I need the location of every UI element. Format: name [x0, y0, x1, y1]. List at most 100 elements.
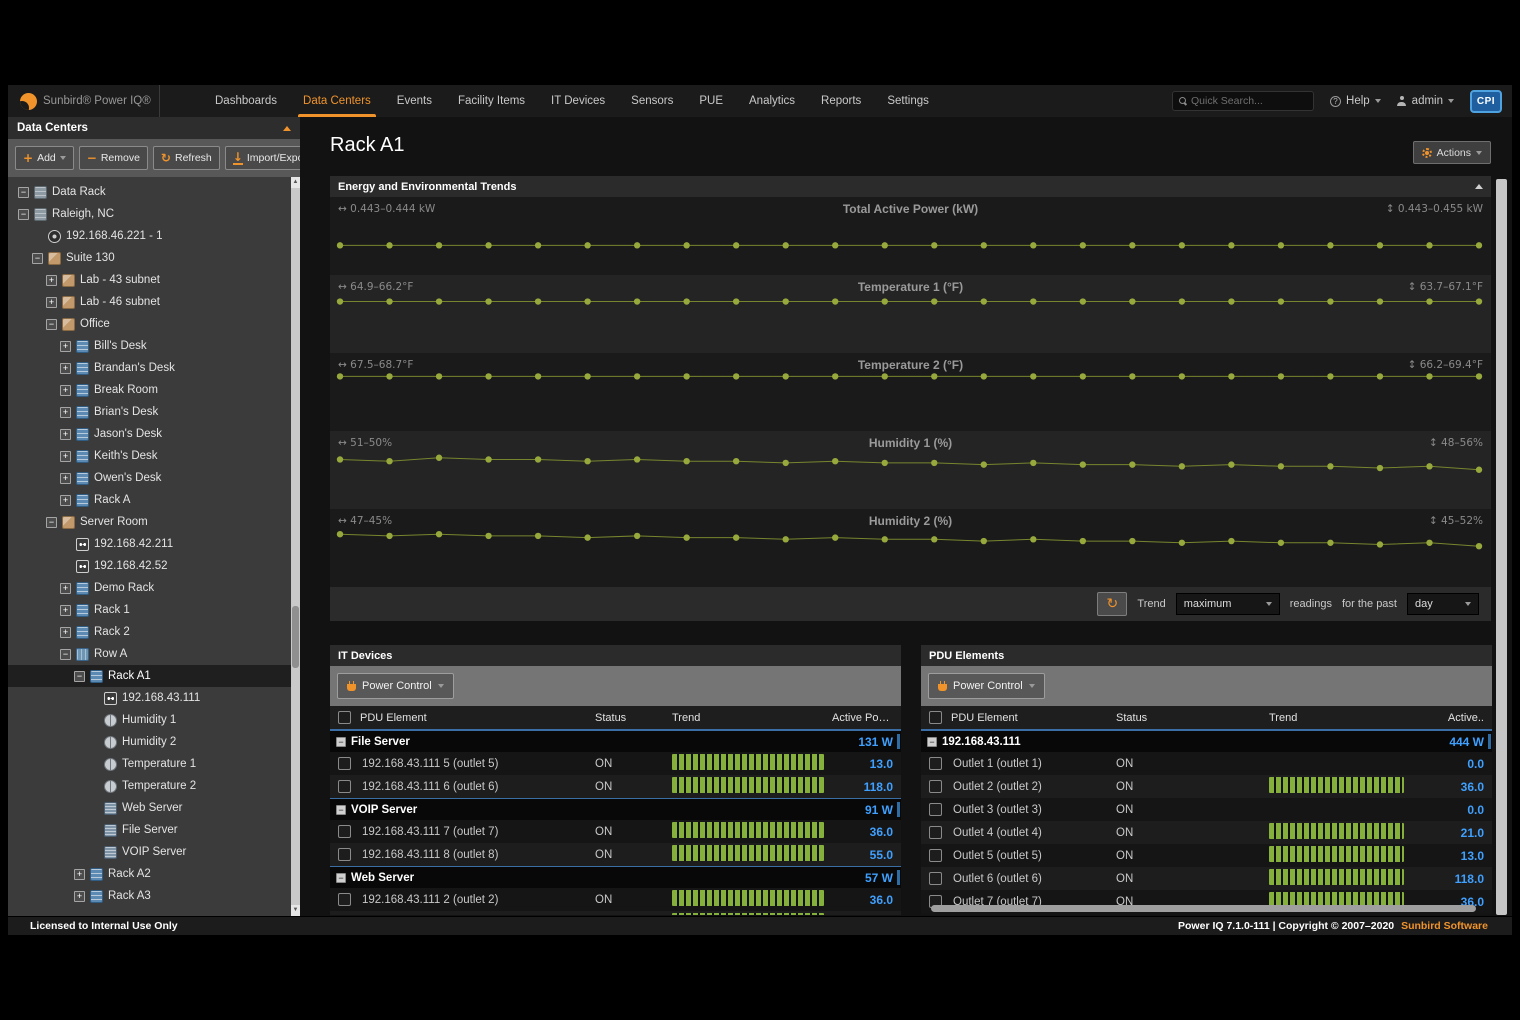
expand-expander-icon[interactable]: +	[60, 429, 71, 440]
table-row-outlet-1-outlet-1[interactable]: Outlet 1 (outlet 1)ON0.0	[921, 752, 1492, 775]
tree-item-owen-s-desk[interactable]: +Owen's Desk	[8, 467, 300, 489]
expand-expander-icon[interactable]: +	[74, 891, 85, 902]
table-row-outlet-5-outlet-5[interactable]: Outlet 5 (outlet 5)ON13.0	[921, 844, 1492, 867]
tree-item-rack-a1[interactable]: −Rack A1	[8, 665, 300, 687]
tree-item-file-server[interactable]: File Server	[8, 819, 300, 841]
column-header-active[interactable]: Active..	[1429, 712, 1492, 724]
expand-expander-icon[interactable]: +	[60, 407, 71, 418]
row-checkbox[interactable]	[338, 780, 351, 793]
collapse-expander-icon[interactable]: −	[336, 873, 346, 883]
tree-item-temperature-1[interactable]: Temperature 1	[8, 753, 300, 775]
row-checkbox[interactable]	[929, 872, 942, 885]
nav-item-analytics[interactable]: Analytics	[736, 85, 808, 117]
tree-item-rack-1[interactable]: +Rack 1	[8, 599, 300, 621]
table-row-outlet-6-outlet-6[interactable]: Outlet 6 (outlet 6)ON118.0	[921, 867, 1492, 890]
select-all-checkbox[interactable]	[929, 711, 942, 724]
trend-type-select[interactable]: maximum	[1176, 593, 1280, 615]
table-row-192-168-43-111-5-outlet-5[interactable]: 192.168.43.111 5 (outlet 5)ON13.0	[330, 752, 901, 775]
expand-expander-icon[interactable]: +	[60, 341, 71, 352]
expand-expander-icon[interactable]: +	[60, 385, 71, 396]
tree-item-humidity-2[interactable]: Humidity 2	[8, 731, 300, 753]
add-button[interactable]: +Add	[15, 146, 74, 170]
collapse-expander-icon[interactable]: −	[336, 805, 346, 815]
tree-item-office[interactable]: −Office	[8, 313, 300, 335]
tree-item-rack-2[interactable]: +Rack 2	[8, 621, 300, 643]
collapse-expander-icon[interactable]: −	[74, 671, 85, 682]
row-checkbox[interactable]	[929, 826, 942, 839]
expand-expander-icon[interactable]: +	[60, 473, 71, 484]
collapse-expander-icon[interactable]: −	[46, 517, 57, 528]
expand-expander-icon[interactable]: +	[60, 451, 71, 462]
scroll-down-icon[interactable]: ▼	[291, 905, 300, 916]
tree-item-192-168-42-211[interactable]: 192.168.42.211	[8, 533, 300, 555]
main-scrollbar[interactable]	[1496, 179, 1507, 915]
tree-item-suite-130[interactable]: −Suite 130	[8, 247, 300, 269]
expand-expander-icon[interactable]: +	[60, 363, 71, 374]
tree-item-keith-s-desk[interactable]: +Keith's Desk	[8, 445, 300, 467]
table-row-outlet-2-outlet-2[interactable]: Outlet 2 (outlet 2)ON36.0	[921, 775, 1492, 798]
tree-item-voip-server[interactable]: VOIP Server	[8, 841, 300, 863]
collapse-up-icon[interactable]	[1475, 184, 1483, 189]
nav-item-sensors[interactable]: Sensors	[618, 85, 686, 117]
column-header-pdu-element[interactable]: PDU Element	[951, 712, 1116, 724]
power-control-button[interactable]: Power Control	[928, 673, 1045, 699]
tree-item-brandan-s-desk[interactable]: +Brandan's Desk	[8, 357, 300, 379]
user-menu[interactable]: admin	[1397, 95, 1454, 107]
tree-item-192-168-42-52[interactable]: 192.168.42.52	[8, 555, 300, 577]
collapse-expander-icon[interactable]: −	[32, 253, 43, 264]
tree-item-temperature-2[interactable]: Temperature 2	[8, 775, 300, 797]
collapse-expander-icon[interactable]: −	[46, 319, 57, 330]
column-header-trend[interactable]: Trend	[672, 712, 832, 724]
select-all-checkbox[interactable]	[338, 711, 351, 724]
collapse-up-icon[interactable]	[283, 126, 291, 131]
expand-expander-icon[interactable]: +	[46, 275, 57, 286]
row-checkbox[interactable]	[338, 825, 351, 838]
collapse-expander-icon[interactable]: −	[927, 737, 937, 747]
refresh-button[interactable]: ↻Refresh	[153, 146, 220, 170]
refresh-button[interactable]: ↻	[1097, 592, 1127, 616]
nav-item-dashboards[interactable]: Dashboards	[202, 85, 290, 117]
collapse-expander-icon[interactable]: −	[18, 187, 29, 198]
column-header-pdu-element[interactable]: PDU Element	[360, 712, 595, 724]
tree-item-lab-43-subnet[interactable]: +Lab - 43 subnet	[8, 269, 300, 291]
expand-expander-icon[interactable]: +	[60, 627, 71, 638]
collapse-expander-icon[interactable]: −	[60, 649, 71, 660]
nav-item-settings[interactable]: Settings	[874, 85, 942, 117]
cpi-logo[interactable]: CPI	[1470, 90, 1502, 113]
group-row-file-server[interactable]: −File Server131 W	[330, 730, 901, 752]
expand-expander-icon[interactable]: +	[60, 583, 71, 594]
row-checkbox[interactable]	[338, 848, 351, 861]
row-checkbox[interactable]	[929, 803, 942, 816]
collapse-expander-icon[interactable]: −	[18, 209, 29, 220]
table-row-192-168-43-111-8-outlet-8[interactable]: 192.168.43.111 8 (outlet 8)ON55.0	[330, 843, 901, 866]
tree-item-jason-s-desk[interactable]: +Jason's Desk	[8, 423, 300, 445]
tree-item-server-room[interactable]: −Server Room	[8, 511, 300, 533]
nav-item-it-devices[interactable]: IT Devices	[538, 85, 618, 117]
row-checkbox[interactable]	[338, 893, 351, 906]
row-checkbox[interactable]	[929, 780, 942, 793]
nav-item-events[interactable]: Events	[384, 85, 445, 117]
column-header-active-power[interactable]: Active Power...	[832, 712, 901, 724]
row-checkbox[interactable]	[929, 757, 942, 770]
table-row-192-168-43-111-2-outlet-2[interactable]: 192.168.43.111 2 (outlet 2)ON36.0	[330, 888, 901, 911]
search-input[interactable]	[1191, 95, 1301, 107]
tree-item-192-168-43-111[interactable]: 192.168.43.111	[8, 687, 300, 709]
quick-search[interactable]	[1172, 91, 1314, 111]
expand-expander-icon[interactable]: +	[74, 869, 85, 880]
group-row-web-server[interactable]: −Web Server57 W	[330, 866, 901, 888]
nav-item-reports[interactable]: Reports	[808, 85, 874, 117]
tree-item-rack-a3[interactable]: +Rack A3	[8, 885, 300, 907]
table-row-outlet-4-outlet-4[interactable]: Outlet 4 (outlet 4)ON21.0	[921, 821, 1492, 844]
power-control-button[interactable]: Power Control	[337, 673, 454, 699]
tree-item-demo-rack[interactable]: +Demo Rack	[8, 577, 300, 599]
table-row-192-168-43-111-7-outlet-7[interactable]: 192.168.43.111 7 (outlet 7)ON36.0	[330, 820, 901, 843]
tree-item-lab-46-subnet[interactable]: +Lab - 46 subnet	[8, 291, 300, 313]
table-row-192-168-43-111-6-outlet-6[interactable]: 192.168.43.111 6 (outlet 6)ON118.0	[330, 775, 901, 798]
tree-item-humidity-1[interactable]: Humidity 1	[8, 709, 300, 731]
scrollbar-thumb[interactable]	[292, 606, 299, 668]
column-header-status[interactable]: Status	[1116, 712, 1269, 724]
tree-item-192-168-46-221-1[interactable]: 192.168.46.221 - 1	[8, 225, 300, 247]
tree-item-bill-s-desk[interactable]: +Bill's Desk	[8, 335, 300, 357]
scroll-up-icon[interactable]: ▲	[291, 177, 300, 188]
sunbird-software-link[interactable]: Sunbird Software	[1401, 920, 1488, 932]
